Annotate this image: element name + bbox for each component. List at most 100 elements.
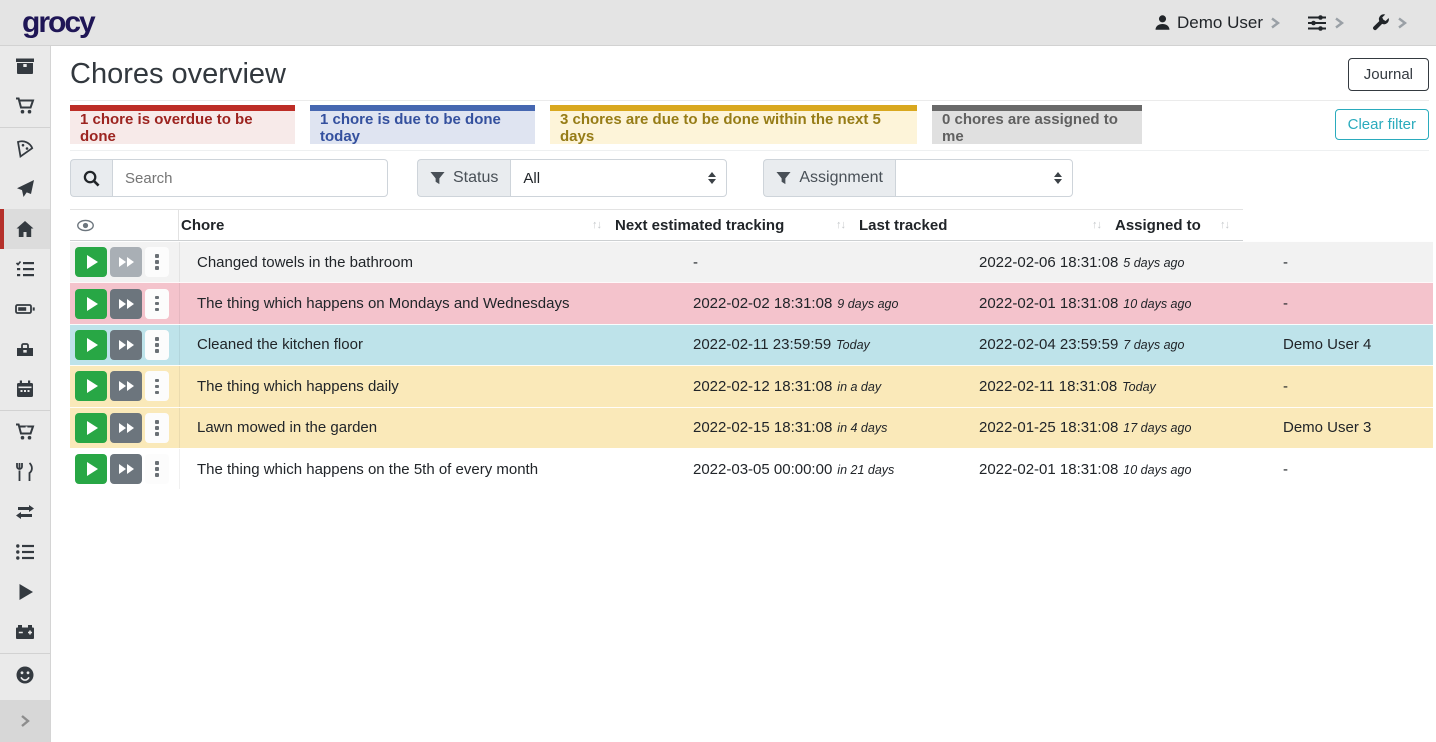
fast-forward-icon (119, 464, 134, 474)
tasks-icon (15, 259, 35, 279)
column-header-chore[interactable]: Chore ↑↓ (179, 210, 615, 240)
sidebar-item-calendar[interactable] (0, 369, 50, 409)
sort-icon: ↑↓ (592, 219, 601, 231)
status-filter-addon: Status (417, 159, 510, 197)
search-input[interactable] (112, 159, 388, 197)
journal-button[interactable]: Journal (1348, 58, 1429, 91)
last-tracked: 2022-02-11 18:31:08Today (979, 378, 1283, 395)
row-menu-button[interactable] (145, 247, 169, 277)
utensils-icon (15, 462, 35, 482)
sidebar-item-cart-plus[interactable] (0, 412, 50, 452)
sidebar-item-pizza-slice[interactable] (0, 129, 50, 169)
row-menu-button[interactable] (145, 413, 169, 443)
row-menu-button[interactable] (145, 289, 169, 319)
clear-filter-button[interactable]: Clear filter (1335, 109, 1429, 140)
sidebar-item-battery[interactable] (0, 289, 50, 329)
row-menu-button[interactable] (145, 330, 169, 360)
sidebar-item-toolbox[interactable] (0, 329, 50, 369)
sidebar-item-car-battery[interactable] (0, 612, 50, 652)
fast-forward-icon (119, 423, 134, 433)
filter-assigned-to-me[interactable]: 0 chores are assigned to me (932, 105, 1142, 144)
sidebar-item-list[interactable] (0, 532, 50, 572)
track-execution-button[interactable] (75, 289, 107, 319)
user-menu-label: Demo User (1177, 13, 1263, 33)
last-tracked: 2022-02-01 18:31:0810 days ago (979, 295, 1283, 312)
calendar-icon (15, 379, 35, 399)
next-tracking: 2022-02-12 18:31:08in a day (693, 378, 979, 395)
skip-execution-button[interactable] (110, 371, 142, 401)
sidebar-item-play[interactable] (0, 572, 50, 612)
sidebar-item-home[interactable] (0, 209, 50, 249)
search-group (70, 159, 388, 197)
chore-row: Cleaned the kitchen floor2022-02-11 23:5… (70, 324, 1433, 365)
filter-due-today[interactable]: 1 chore is due to be done today (310, 105, 535, 144)
sidebar-item-exchange[interactable] (0, 492, 50, 532)
last-tracked: 2022-01-25 18:31:0817 days ago (979, 419, 1283, 436)
track-execution-button[interactable] (75, 330, 107, 360)
filter-due-soon[interactable]: 3 chores are due to be done within the n… (550, 105, 917, 144)
user-menu[interactable]: Demo User (1154, 13, 1281, 33)
column-header-next-tracking[interactable]: Next estimated tracking ↑↓ (615, 210, 859, 240)
filter-overdue[interactable]: 1 chore is overdue to be done (70, 105, 295, 144)
play-icon (87, 462, 98, 476)
assignment-filter-label: Assignment (799, 169, 883, 187)
sidebar-item-smiley[interactable] (0, 655, 50, 695)
smiley-icon (15, 665, 35, 685)
play-icon (87, 421, 98, 435)
skip-execution-button[interactable] (110, 413, 142, 443)
row-actions (70, 283, 180, 323)
sort-icon: ↑↓ (1220, 219, 1229, 231)
chores-table-body: Changed towels in the bathroom-2022-02-0… (70, 241, 1429, 489)
status-filter-group: Status All (417, 159, 727, 197)
sidebar-divider (0, 653, 50, 654)
track-execution-button[interactable] (75, 413, 107, 443)
sort-icon: ↑↓ (1092, 219, 1101, 231)
track-execution-button[interactable] (75, 371, 107, 401)
main-content: Chores overview Journal 1 chore is overd… (52, 46, 1436, 742)
sidebar-item-tasks[interactable] (0, 249, 50, 289)
play-icon (87, 338, 98, 352)
admin-menu[interactable] (1371, 13, 1408, 32)
last-tracked: 2022-02-01 18:31:0810 days ago (979, 461, 1283, 478)
chevron-right-icon (1396, 16, 1408, 30)
fast-forward-icon (119, 340, 134, 350)
page-title: Chores overview (70, 58, 286, 91)
paper-plane-icon (15, 179, 35, 199)
search-icon (83, 170, 100, 187)
list-icon (15, 542, 35, 562)
sidebar-item-box[interactable] (0, 46, 50, 86)
sidebar-collapse-toggle[interactable] (0, 700, 50, 742)
settings-menu[interactable] (1307, 13, 1345, 33)
grocy-logo[interactable]: grocy (22, 8, 94, 38)
assigned-to: - (1283, 378, 1433, 395)
chore-row: Changed towels in the bathroom-2022-02-0… (70, 241, 1433, 282)
assignment-select[interactable] (895, 159, 1073, 197)
column-header-last-tracked[interactable]: Last tracked ↑↓ (859, 210, 1115, 240)
sidebar-item-paper-plane[interactable] (0, 169, 50, 209)
track-execution-button[interactable] (75, 454, 107, 484)
skip-execution-button[interactable] (110, 454, 142, 484)
sidebar-item-utensils[interactable] (0, 452, 50, 492)
wrench-icon (1371, 13, 1390, 32)
next-tracking: 2022-02-02 18:31:089 days ago (693, 295, 979, 312)
eye-icon (77, 219, 94, 232)
chore-name: Cleaned the kitchen floor (180, 336, 693, 353)
sort-icon: ↑↓ (836, 219, 845, 231)
skip-execution-button[interactable] (110, 330, 142, 360)
track-execution-button[interactable] (75, 247, 107, 277)
column-header-assigned-to[interactable]: Assigned to ↑↓ (1115, 210, 1243, 240)
sidebar-divider (0, 410, 50, 411)
home-icon (15, 219, 35, 239)
column-visibility-header[interactable] (70, 210, 179, 240)
sidebar-item-shopping-cart[interactable] (0, 86, 50, 126)
row-menu-button[interactable] (145, 454, 169, 484)
search-addon (70, 159, 112, 197)
play-icon (87, 379, 98, 393)
select-arrows-icon (708, 172, 716, 184)
status-select-value: All (523, 170, 540, 187)
chore-name: The thing which happens on Mondays and W… (180, 295, 693, 312)
skip-execution-button[interactable] (110, 289, 142, 319)
status-select[interactable]: All (510, 159, 727, 197)
chevron-right-icon (1269, 16, 1281, 30)
row-menu-button[interactable] (145, 371, 169, 401)
